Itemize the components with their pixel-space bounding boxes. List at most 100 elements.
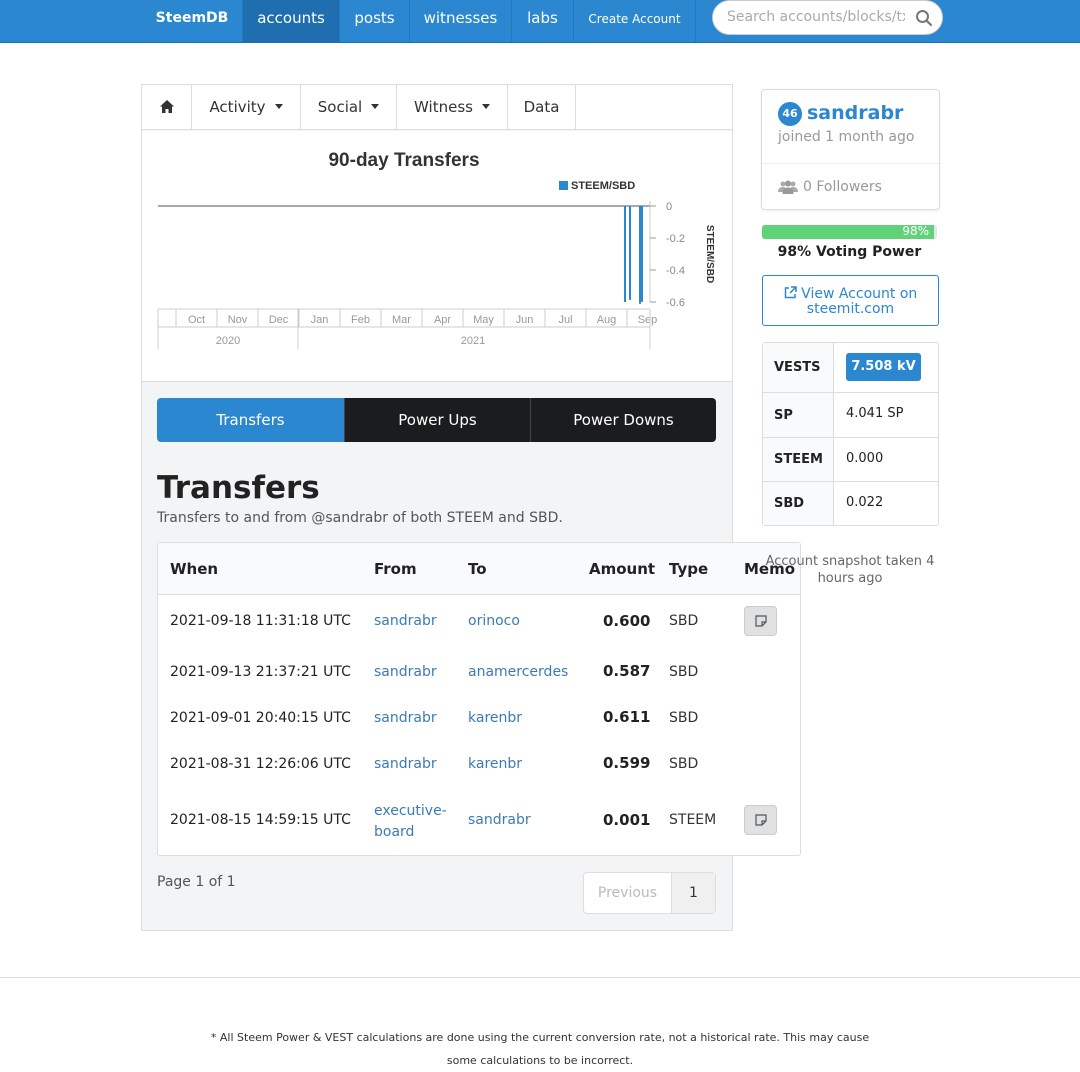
footer-disclaimer: * All Steem Power & VEST calculations ar…: [210, 1031, 870, 1067]
y-tick-label: 0: [666, 201, 672, 213]
cell-type: STEEM: [669, 812, 717, 828]
x-tick-label: Apr: [434, 314, 451, 326]
cell-to-link[interactable]: sandrabr: [468, 812, 531, 828]
caret-down-icon: [371, 103, 380, 109]
balance-value: 4.041 SP: [846, 406, 904, 421]
x-tick-label: Oct: [188, 314, 205, 326]
chart-title: 90-day Transfers: [328, 150, 479, 171]
search-icon[interactable]: [915, 9, 933, 27]
legend-swatch: [559, 181, 568, 190]
username-link[interactable]: sandrabr: [807, 102, 903, 124]
header-from: From: [374, 560, 417, 578]
transfers-table: When From To Amount Type Memo 2021-09-18…: [157, 542, 801, 856]
cell-amount: 0.587: [603, 662, 651, 680]
balance-value: 0.000: [846, 451, 884, 466]
view-on-steemit-button[interactable]: View Account on steemit.com: [762, 275, 939, 326]
header-when: When: [170, 560, 219, 578]
bar-mark: [629, 206, 631, 300]
nav-witnesses[interactable]: witnesses: [410, 0, 512, 42]
reputation-badge: 46: [778, 102, 802, 126]
menu-activity[interactable]: Activity: [192, 85, 301, 130]
y-axis-label: STEEM/SBD: [704, 225, 715, 283]
cell-to-link[interactable]: orinoco: [468, 613, 520, 629]
cell-when: 2021-08-15 14:59:15 UTC: [170, 812, 351, 828]
cell-from-link[interactable]: executive-board: [374, 801, 447, 843]
main-panel: Activity Social Witness Data 90-day Tran…: [141, 84, 801, 931]
external-link-icon: [784, 286, 797, 299]
cell-to-link[interactable]: karenbr: [468, 756, 522, 772]
vests-badge: 7.508 kV: [846, 353, 921, 381]
cell-when: 2021-09-01 20:40:15 UTC: [170, 710, 351, 726]
voting-power-percent: 98%: [902, 225, 929, 238]
legend-label: STEEM/SBD: [571, 180, 635, 192]
balance-row-sp: SP 4.041 SP: [763, 393, 938, 438]
from-line-2: board: [374, 824, 415, 840]
cell-amount: 0.001: [603, 811, 651, 829]
section-subtitle: Transfers to and from @sandrabr of both …: [157, 510, 563, 526]
cell-amount: 0.600: [603, 612, 651, 630]
joined-text: joined 1 month ago: [778, 129, 915, 145]
balance-value: 0.022: [846, 495, 884, 510]
menu-social[interactable]: Social: [301, 85, 397, 130]
cell-amount: 0.611: [603, 708, 651, 726]
x-tick-label: Sep: [638, 314, 658, 326]
top-navbar: SteemDB accounts posts witnesses labs Cr…: [0, 0, 1080, 43]
menu-witness[interactable]: Witness: [397, 85, 508, 130]
brand-link[interactable]: SteemDB: [142, 0, 243, 42]
x-tick-label: Feb: [351, 314, 370, 326]
x-tick-label: Jan: [311, 314, 329, 326]
voting-power-label: 98% Voting Power: [777, 244, 922, 260]
page-1-button[interactable]: 1: [672, 873, 715, 913]
y-tick-label: -0.6: [666, 297, 685, 309]
menu-witness-label: Witness: [414, 98, 473, 116]
transfer-tabs: Transfers Power Ups Power Downs: [157, 398, 716, 442]
cell-from-link[interactable]: sandrabr: [374, 756, 437, 772]
cell-to-link[interactable]: anamercerdes: [468, 664, 568, 680]
cell-to-link[interactable]: karenbr: [468, 710, 522, 726]
tab-power-ups[interactable]: Power Ups: [344, 398, 530, 442]
bar-mark: [624, 206, 626, 302]
x-tick-label: Jul: [558, 314, 572, 326]
balance-row-sbd: SBD 0.022: [763, 482, 938, 525]
x-tick-label: Mar: [392, 314, 411, 326]
memo-button[interactable]: [744, 805, 777, 835]
tab-power-downs[interactable]: Power Downs: [530, 398, 716, 442]
users-icon: [778, 180, 798, 194]
caret-down-icon: [274, 103, 283, 109]
menu-data[interactable]: Data: [508, 85, 576, 130]
page-info: Page 1 of 1: [157, 874, 236, 890]
year-label: 2021: [461, 335, 485, 347]
memo-button[interactable]: [744, 606, 777, 636]
header-type: Type: [669, 560, 709, 578]
menu-activity-label: Activity: [209, 98, 266, 116]
cell-when: 2021-09-13 21:37:21 UTC: [170, 664, 351, 680]
view-account-line-2: steemit.com: [806, 301, 895, 317]
from-line-1: executive-: [374, 803, 447, 819]
nav-accounts[interactable]: accounts: [243, 0, 340, 42]
voting-power-bar: 98%: [762, 225, 937, 239]
bar-mark: [639, 206, 641, 304]
divider: [762, 163, 939, 164]
tab-transfers[interactable]: Transfers: [157, 398, 344, 442]
header-to: To: [468, 560, 487, 578]
search-input[interactable]: [727, 9, 905, 25]
cell-type: SBD: [669, 756, 699, 772]
header-amount: Amount: [589, 560, 656, 578]
cell-amount: 0.599: [603, 754, 651, 772]
previous-button[interactable]: Previous: [584, 873, 672, 913]
menu-home[interactable]: [142, 85, 192, 130]
balance-key: VESTS: [763, 343, 834, 392]
balances-table: VESTS 7.508 kV SP 4.041 SP STEEM 0.000 S…: [762, 342, 939, 526]
x-tick-label: May: [473, 314, 494, 326]
balance-row-vests: VESTS 7.508 kV: [763, 343, 938, 393]
caret-down-icon: [481, 103, 490, 109]
nav-labs[interactable]: labs: [512, 0, 574, 42]
y-tick-label: -0.4: [666, 265, 685, 277]
nav-create-account[interactable]: Create Account: [574, 0, 696, 42]
cell-from-link[interactable]: sandrabr: [374, 710, 437, 726]
followers-link[interactable]: 0 Followers: [803, 179, 882, 195]
cell-from-link[interactable]: sandrabr: [374, 664, 437, 680]
nav-posts[interactable]: posts: [340, 0, 410, 42]
cell-from-link[interactable]: sandrabr: [374, 613, 437, 629]
account-menu: Activity Social Witness Data: [142, 85, 732, 130]
